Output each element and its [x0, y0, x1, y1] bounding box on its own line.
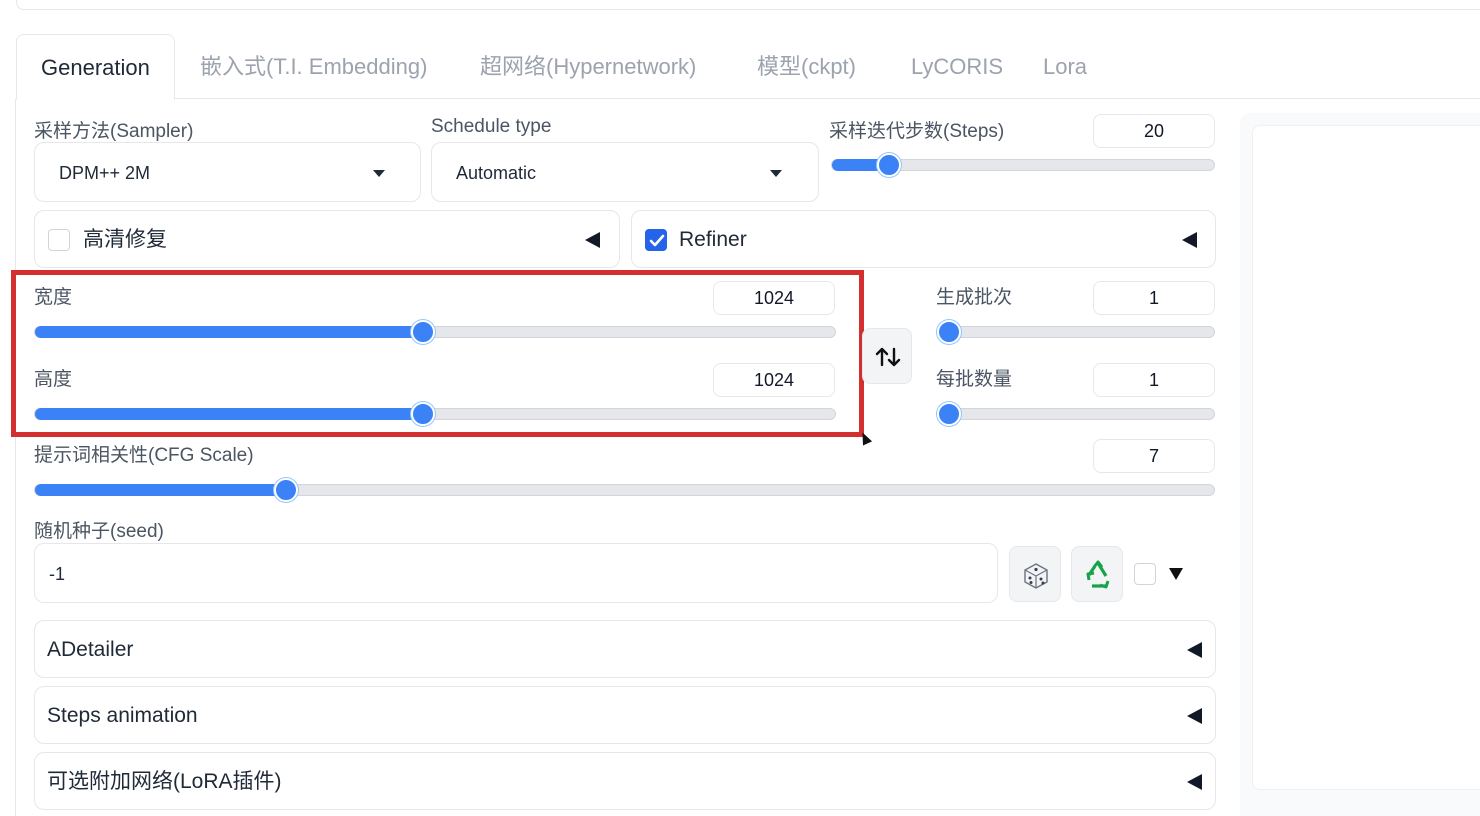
reuse-seed-button[interactable]	[1071, 546, 1123, 602]
batch-size-label: 每批数量	[936, 369, 1013, 390]
hires-fix-label: 高清修复	[83, 228, 167, 251]
adetailer-label: ADetailer	[47, 638, 134, 661]
cfg-slider-thumb[interactable]	[274, 478, 299, 502]
seed-label: 随机种子(seed)	[34, 521, 164, 542]
batch-size-slider[interactable]	[936, 402, 1215, 426]
tab-hypernetwork[interactable]: 超网络(Hypernetwork)	[480, 34, 696, 99]
steps-slider-thumb[interactable]	[877, 153, 902, 177]
seed-value: -1	[49, 564, 66, 584]
expand-triangle-icon[interactable]	[1168, 566, 1184, 582]
chevron-down-icon	[770, 170, 782, 177]
refiner-accordion[interactable]: Refiner	[631, 210, 1216, 268]
tab-lora[interactable]: Lora	[1043, 34, 1087, 99]
mouse-cursor-icon	[857, 430, 873, 446]
refiner-label: Refiner	[679, 228, 747, 251]
cfg-slider-fill	[35, 484, 287, 496]
chevron-down-icon	[373, 170, 385, 177]
tab-generation[interactable]: Generation	[16, 34, 175, 100]
cfg-number[interactable]: 7	[1093, 439, 1215, 473]
schedule-label: Schedule type	[431, 116, 552, 137]
hires-fix-checkbox[interactable]	[48, 229, 70, 251]
hires-fix-accordion[interactable]: 高清修复	[34, 210, 620, 268]
cfg-label: 提示词相关性(CFG Scale)	[34, 445, 254, 466]
seed-input[interactable]: -1	[34, 543, 998, 603]
refiner-checkbox[interactable]	[645, 229, 667, 251]
top-panel-edge	[16, 0, 1480, 10]
sampler-select[interactable]: DPM++ 2M	[34, 142, 421, 202]
batch-size-slider-thumb[interactable]	[937, 402, 961, 426]
steps-animation-accordion[interactable]: Steps animation	[34, 686, 1216, 744]
collapse-arrow-icon[interactable]	[1182, 232, 1197, 248]
steps-animation-label: Steps animation	[47, 704, 198, 727]
tab-ti-embedding[interactable]: 嵌入式(T.I. Embedding)	[200, 34, 427, 99]
collapse-arrow-icon[interactable]	[585, 232, 600, 248]
sampler-label: 采样方法(Sampler)	[34, 121, 194, 142]
collapse-arrow-icon[interactable]	[1187, 708, 1202, 724]
cfg-slider[interactable]	[34, 478, 1215, 502]
collapse-arrow-icon[interactable]	[1187, 642, 1202, 658]
steps-number[interactable]: 20	[1093, 114, 1215, 148]
highlight-box	[11, 270, 864, 437]
recycle-icon	[1086, 560, 1110, 589]
batch-count-number[interactable]: 1	[1093, 281, 1215, 315]
tab-lycoris[interactable]: LyCORIS	[911, 34, 1003, 99]
panel-border	[15, 99, 16, 816]
adetailer-accordion[interactable]: ADetailer	[34, 620, 1216, 678]
output-image-area	[1252, 125, 1480, 790]
extra-seed-checkbox[interactable]	[1134, 563, 1156, 585]
tab-bar: Generation 嵌入式(T.I. Embedding) 超网络(Hyper…	[16, 34, 1480, 100]
random-seed-button[interactable]	[1009, 546, 1061, 602]
batch-size-number[interactable]: 1	[1093, 363, 1215, 397]
batch-count-label: 生成批次	[936, 287, 1013, 308]
lora-addon-accordion[interactable]: 可选附加网络(LoRA插件)	[34, 752, 1216, 810]
batch-count-slider[interactable]	[936, 320, 1215, 344]
steps-label: 采样迭代步数(Steps)	[829, 121, 1005, 142]
dice-icon	[1024, 563, 1048, 589]
schedule-select[interactable]: Automatic	[431, 142, 819, 202]
collapse-arrow-icon[interactable]	[1187, 774, 1202, 790]
steps-slider[interactable]	[831, 153, 1215, 177]
batch-count-slider-thumb[interactable]	[937, 320, 961, 344]
tab-ckpt[interactable]: 模型(ckpt)	[757, 34, 856, 99]
checkmark-icon	[649, 234, 665, 247]
swap-arrows-icon	[875, 347, 901, 367]
swap-dimensions-button[interactable]	[862, 328, 912, 384]
lora-addon-label: 可选附加网络(LoRA插件)	[47, 770, 282, 793]
schedule-value: Automatic	[456, 163, 537, 183]
sampler-value: DPM++ 2M	[59, 163, 151, 183]
